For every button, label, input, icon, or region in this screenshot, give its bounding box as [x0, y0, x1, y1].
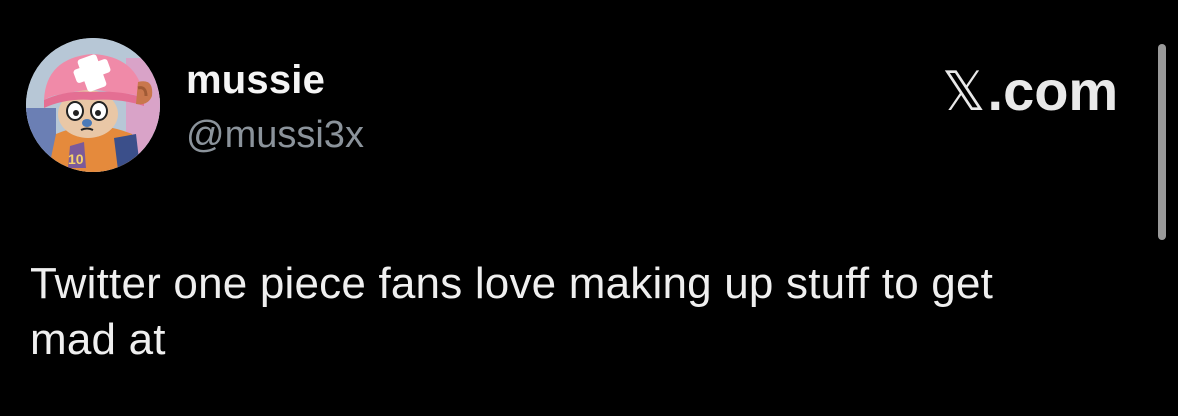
x-logo-icon: 𝕏: [942, 60, 986, 123]
scrollbar[interactable]: [1158, 44, 1166, 240]
svg-text:10: 10: [68, 151, 84, 167]
tweet-text: Twitter one piece fans love making up st…: [30, 256, 1150, 368]
brand-suffix: .com: [987, 59, 1119, 122]
chopper-avatar-icon: 10: [26, 38, 160, 172]
avatar[interactable]: 10: [26, 38, 160, 172]
tweet-text-line: mad at: [30, 315, 166, 364]
tweet-text-line: Twitter one piece fans love making up st…: [30, 259, 994, 308]
author-display-name[interactable]: mussie: [186, 58, 325, 103]
x-com-watermark: 𝕏 .com: [942, 58, 1118, 123]
tweet-card: 10 mussie @mussi3x 𝕏 .com Twitter one pi…: [0, 0, 1178, 416]
author-handle[interactable]: @mussi3x: [186, 114, 364, 157]
